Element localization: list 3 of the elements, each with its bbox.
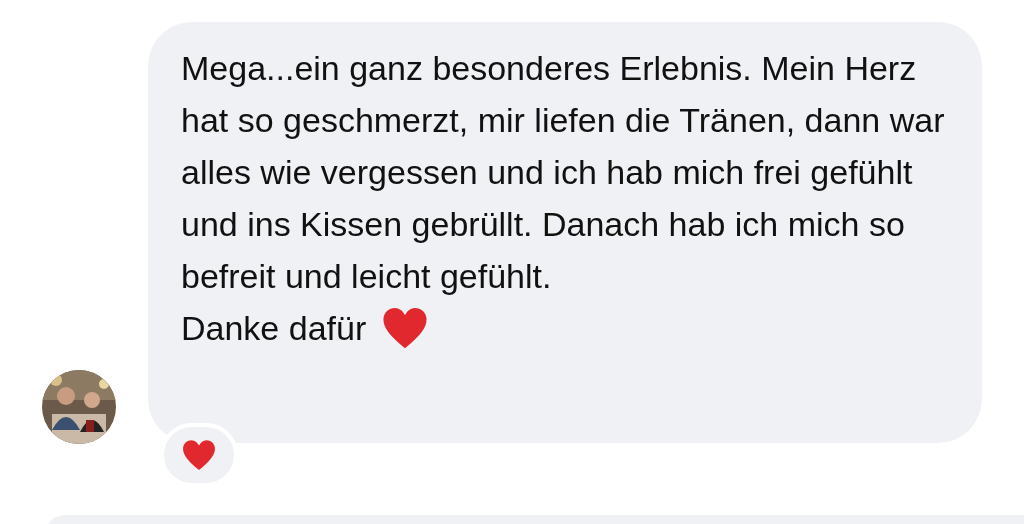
heart-icon <box>382 306 429 350</box>
message-text: Mega...ein ganz besonderes Erlebnis. Mein Herz hat so geschmerzt, mir liefen die Tränen, dann war alles wie vergessen und ich hab mich frei gefühlt und ins Kissen gebrüllt. Danach hab ich mich so befreit und leicht gefühlt. Danke dafür <box>181 42 951 354</box>
heart-icon <box>182 439 216 471</box>
